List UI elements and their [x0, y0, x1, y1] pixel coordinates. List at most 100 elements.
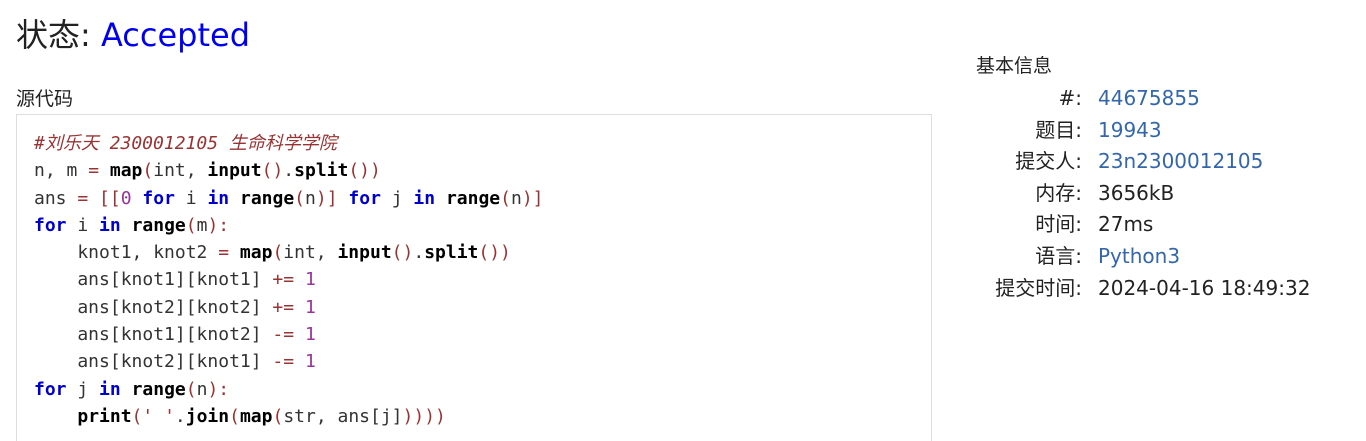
- code-token: ans[knot1][knot1]: [34, 269, 273, 291]
- info-key: 内存:: [1035, 180, 1082, 205]
- info-key: 语言:: [1035, 244, 1082, 268]
- info-value: 27ms: [1098, 212, 1154, 237]
- code-token: for: [142, 187, 175, 209]
- code-token: n, m: [34, 160, 89, 182]
- code-token: for: [34, 214, 67, 236]
- code-token: (: [185, 378, 197, 400]
- basic-info-panel: 基本信息 #: 44675855 题目: 19943 提交人: 23n2300012105…: [976, 52, 1310, 300]
- code-token: -=: [272, 351, 295, 373]
- code-token: )]: [521, 187, 544, 209]
- code-token: (): [261, 160, 284, 182]
- code-token: ()): [478, 242, 511, 264]
- code-token: map: [239, 242, 273, 264]
- info-value: 3656kB: [1098, 180, 1175, 205]
- info-value-link[interactable]: 44675855: [1098, 83, 1200, 114]
- code-token: [[: [99, 187, 121, 209]
- code-token: int,: [153, 160, 208, 182]
- code-token: 1: [304, 269, 316, 291]
- info-row: 提交人: 23n2300012105: [976, 146, 1356, 177]
- info-value-link[interactable]: 19943: [1098, 115, 1162, 146]
- code-token: in: [413, 187, 436, 209]
- basic-info-title: 基本信息: [976, 55, 1053, 77]
- code-token: input: [337, 242, 392, 264]
- info-value: 2024-04-16 18:49:32: [1098, 275, 1311, 300]
- info-row: 题目: 19943: [976, 115, 1356, 146]
- code-token: i: [174, 187, 208, 209]
- code-token: ans[knot1][knot2]: [34, 324, 273, 346]
- code-line: ans[knot2][knot2] += 1: [34, 294, 544, 321]
- info-row: 语言: Python3: [976, 241, 1356, 272]
- code-token: )))): [402, 405, 446, 427]
- code-token: str, ans[j]: [283, 405, 403, 427]
- code-line: ans[knot1][knot2] -= 1: [34, 321, 544, 348]
- code-line: knot1, knot2 = map(int, input().split()): [34, 239, 544, 266]
- code-token: map: [239, 405, 273, 427]
- code-token: (): [391, 242, 414, 264]
- code-token: split: [424, 242, 479, 264]
- code-token: -=: [272, 324, 295, 346]
- code-token: (: [294, 187, 306, 209]
- code-line: ans = [[0 for i in range(n)] for j in ra…: [34, 185, 544, 212]
- code-token: n: [510, 187, 522, 209]
- code-token: m: [196, 214, 208, 236]
- code-token: j: [380, 187, 414, 209]
- code-token: (: [185, 214, 197, 236]
- info-key: 提交时间:: [995, 275, 1082, 300]
- code-token: ):: [207, 214, 230, 236]
- source-code-label: 源代码: [16, 88, 74, 110]
- status-heading: 状态: Accepted: [16, 14, 250, 56]
- code-token: (: [131, 405, 143, 427]
- code-token: 0: [120, 187, 132, 209]
- code-token: ):: [207, 378, 230, 400]
- source-code[interactable]: #刘乐天 2300012105 生命科学学院 n, m = map(int, in…: [34, 130, 544, 430]
- code-token: (: [229, 405, 240, 427]
- code-token: ' ': [142, 405, 175, 427]
- code-line: #刘乐天 2300012105 生命科学学院: [34, 130, 544, 157]
- code-line: for j in range(n):: [34, 376, 544, 403]
- info-value-link[interactable]: Python3: [1098, 241, 1180, 272]
- code-token: in: [99, 214, 121, 236]
- info-row: 提交时间: 2024-04-16 18:49:32: [976, 273, 1356, 304]
- code-token: range: [131, 214, 186, 236]
- code-token: 1: [304, 351, 316, 373]
- code-token: (: [500, 187, 511, 209]
- code-token: join: [185, 405, 230, 427]
- code-token: for: [348, 187, 381, 209]
- code-token: n: [196, 378, 208, 400]
- code-token: i: [66, 214, 100, 236]
- code-token: (: [142, 160, 154, 182]
- code-token: print: [77, 405, 132, 427]
- info-key: 时间:: [1035, 212, 1082, 237]
- code-token: knot1, knot2: [34, 242, 219, 264]
- code-token: (: [272, 405, 284, 427]
- info-row: 内存: 3656kB: [976, 178, 1356, 209]
- code-token: split: [294, 160, 349, 182]
- code-line: n, m = map(int, input().split()): [34, 157, 544, 184]
- code-token: .: [283, 160, 295, 182]
- code-token: int,: [283, 242, 338, 264]
- code-token: map: [109, 160, 143, 182]
- code-token: +=: [272, 269, 295, 291]
- code-token: ans[knot2][knot2]: [34, 296, 273, 318]
- source-code-panel[interactable]: #刘乐天 2300012105 生命科学学院 n, m = map(int, in…: [16, 114, 932, 441]
- code-token: ans[knot2][knot1]: [34, 351, 273, 373]
- info-row: #: 44675855: [976, 83, 1356, 114]
- code-token: n: [305, 187, 316, 209]
- code-token: in: [99, 378, 121, 400]
- code-token: range: [131, 378, 186, 400]
- code-token: (: [272, 242, 284, 264]
- info-value-link[interactable]: 23n2300012105: [1098, 146, 1263, 177]
- status-value: Accepted: [100, 16, 251, 54]
- code-line: ans[knot2][knot1] -= 1: [34, 348, 544, 375]
- code-token: )]: [315, 187, 338, 209]
- submission-page: 状态: Accepted 源代码 #刘乐天 2300012105 生命科学学院 n…: [0, 0, 1366, 441]
